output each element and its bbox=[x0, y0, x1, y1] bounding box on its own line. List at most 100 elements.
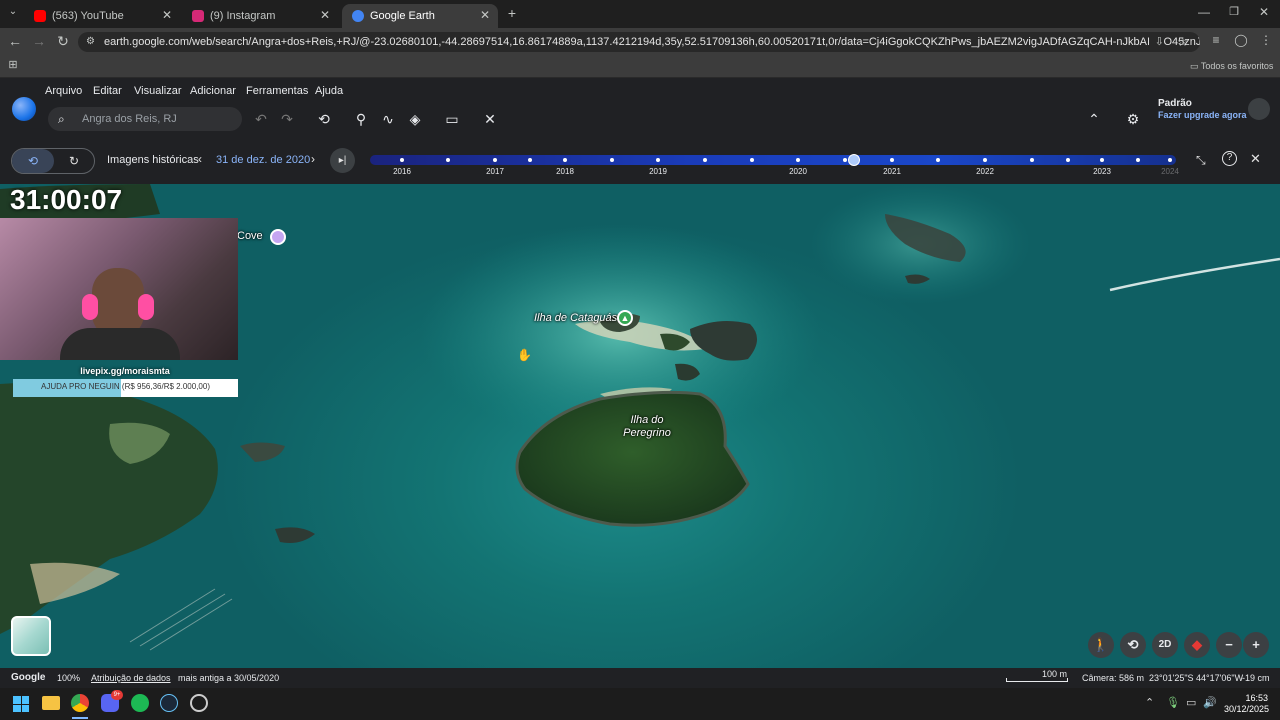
timeline-year-label: 2020 bbox=[789, 167, 807, 176]
volume-icon[interactable]: 🔊 bbox=[1203, 696, 1217, 709]
timeline-dot[interactable] bbox=[703, 158, 707, 162]
placemark-icon[interactable]: ⚲ bbox=[352, 110, 370, 128]
timeline-dot[interactable] bbox=[843, 158, 847, 162]
google-earth-logo[interactable] bbox=[12, 97, 36, 121]
app-icon[interactable] bbox=[190, 694, 208, 712]
menu-editar[interactable]: Editar bbox=[93, 85, 122, 97]
timeline-dot[interactable] bbox=[610, 158, 614, 162]
restore-icon[interactable]: ❐ bbox=[1225, 5, 1243, 18]
collapse-chevron-icon[interactable]: ⌃ bbox=[1085, 110, 1103, 128]
zoom-in-button[interactable]: + bbox=[1243, 632, 1269, 658]
profile-icon[interactable]: ◯ bbox=[1232, 33, 1250, 47]
tab-youtube[interactable]: (563) YouTube ✕ bbox=[24, 4, 180, 28]
redo-icon[interactable]: ↷ bbox=[278, 110, 296, 128]
timeline-dot[interactable] bbox=[750, 158, 754, 162]
timeline-dot[interactable] bbox=[1066, 158, 1070, 162]
next-date-icon[interactable]: › bbox=[311, 152, 315, 166]
tab-google-earth[interactable]: Google Earth ✕ bbox=[342, 4, 498, 28]
close-icon[interactable]: ✕ bbox=[162, 8, 172, 22]
address-bar[interactable]: ⚙ earth.google.com/web/search/Angra+dos+… bbox=[78, 32, 1200, 52]
path-icon[interactable]: ∿ bbox=[379, 110, 397, 128]
reload-icon[interactable]: ↻ bbox=[54, 33, 72, 50]
system-clock[interactable]: 16:53 30/12/2025 bbox=[1224, 693, 1269, 715]
compass-icon[interactable]: ◆ bbox=[1184, 632, 1210, 658]
upgrade-link[interactable]: Fazer upgrade agora bbox=[1158, 110, 1247, 120]
close-icon[interactable]: ✕ bbox=[480, 8, 490, 22]
folder-icon: ▭ bbox=[1190, 61, 1201, 71]
help-icon[interactable]: ? bbox=[1222, 151, 1237, 166]
timeline-dot[interactable] bbox=[493, 158, 497, 162]
apps-grid-icon[interactable]: ⊞ bbox=[4, 58, 22, 71]
timeline-slider[interactable] bbox=[370, 154, 1176, 166]
menu-ajuda[interactable]: Ajuda bbox=[315, 85, 343, 97]
timeline-dot[interactable] bbox=[796, 158, 800, 162]
network-icon[interactable]: ▭ bbox=[1186, 696, 1196, 709]
media-icon[interactable]: ≡ bbox=[1207, 33, 1225, 47]
back-icon[interactable]: ← bbox=[6, 33, 24, 49]
current-mode-icon[interactable]: ↻ bbox=[54, 149, 94, 173]
timeline-dot[interactable] bbox=[400, 158, 404, 162]
microphone-icon[interactable]: 🎙 bbox=[1166, 696, 1180, 709]
island-poi-icon[interactable]: ▲ bbox=[617, 310, 633, 326]
close-icon[interactable]: ✕ bbox=[320, 8, 330, 22]
timeline-dot[interactable] bbox=[656, 158, 660, 162]
history-icon[interactable]: ⟲ bbox=[315, 110, 333, 128]
close-history-icon[interactable]: ✕ bbox=[1250, 151, 1261, 167]
more-menu-icon[interactable]: ⋮ bbox=[1257, 33, 1275, 47]
new-tab-icon[interactable]: + bbox=[503, 5, 521, 21]
timeline-dot[interactable] bbox=[563, 158, 567, 162]
minimize-icon[interactable]: — bbox=[1195, 5, 1213, 19]
windows-start-icon[interactable] bbox=[13, 696, 29, 712]
timeline-selected-knob[interactable] bbox=[847, 154, 860, 166]
layers-icon[interactable]: ◈ bbox=[406, 110, 424, 128]
map-label-ilha-de-cataguas[interactable]: Ilha de Cataguás bbox=[534, 312, 617, 324]
timeline-dot[interactable] bbox=[528, 158, 532, 162]
pegman-icon[interactable]: 🚶 bbox=[1088, 632, 1114, 658]
timeline-dot[interactable] bbox=[1030, 158, 1034, 162]
timeline-dot[interactable] bbox=[1100, 158, 1104, 162]
zoom-out-button[interactable]: − bbox=[1216, 632, 1242, 658]
install-app-icon[interactable]: ⇩ bbox=[1148, 32, 1164, 52]
tab-label: (9) Instagram bbox=[210, 10, 276, 22]
steam-icon[interactable] bbox=[160, 694, 178, 712]
map-view[interactable]: Cove Ilha de Cataguás ▲ Ilha do Peregrin… bbox=[0, 184, 1280, 668]
spotify-icon[interactable] bbox=[131, 694, 149, 712]
tab-instagram[interactable]: (9) Instagram ✕ bbox=[182, 4, 338, 28]
search-input[interactable]: ⌕ Angra dos Reis, RJ bbox=[48, 107, 242, 131]
close-window-icon[interactable]: ✕ bbox=[1255, 5, 1273, 19]
timeline-dot[interactable] bbox=[890, 158, 894, 162]
latest-date-icon[interactable]: ▸| bbox=[330, 148, 355, 173]
data-attribution-link[interactable]: Atribuição de dados bbox=[91, 673, 171, 683]
timeline-dot[interactable] bbox=[446, 158, 450, 162]
rotate-lock-icon[interactable]: ⟲ bbox=[1120, 632, 1146, 658]
menu-visualizar[interactable]: Visualizar bbox=[134, 85, 182, 97]
menu-ferramentas[interactable]: Ferramentas bbox=[246, 85, 308, 97]
forward-icon[interactable]: → bbox=[30, 33, 48, 49]
undo-icon[interactable]: ↶ bbox=[252, 110, 270, 128]
map-style-thumbnail[interactable] bbox=[11, 616, 51, 656]
site-info-icon[interactable]: ⚙ bbox=[86, 32, 95, 52]
menu-adicionar[interactable]: Adicionar bbox=[190, 85, 236, 97]
tab-list-chevron-icon[interactable]: ⌄ bbox=[4, 6, 22, 17]
chrome-icon[interactable] bbox=[71, 694, 89, 712]
timeline-dot[interactable] bbox=[936, 158, 940, 162]
settings-gear-icon[interactable]: ⚙ bbox=[1124, 110, 1142, 128]
timeline-dot[interactable] bbox=[983, 158, 987, 162]
bookmark-star-icon[interactable]: ☆ bbox=[1177, 32, 1188, 52]
all-bookmarks-folder[interactable]: ▭ Todos os favoritos bbox=[1190, 61, 1273, 72]
map-label-ilha-do-peregrino[interactable]: Ilha do Peregrino bbox=[620, 414, 674, 440]
file-explorer-icon[interactable] bbox=[42, 696, 60, 710]
collapse-timeline-icon[interactable]: ⤡ bbox=[1196, 153, 1206, 168]
prev-date-icon[interactable]: ‹ bbox=[198, 152, 202, 166]
measure-icon[interactable]: ▭ bbox=[443, 110, 461, 128]
menu-arquivo[interactable]: Arquivo bbox=[45, 85, 82, 97]
toggle-2d-button[interactable]: 2D bbox=[1152, 632, 1178, 658]
tools-icon[interactable]: ✕ bbox=[481, 110, 499, 128]
timeline-dot[interactable] bbox=[1136, 158, 1140, 162]
tray-chevron-icon[interactable]: ⌃ bbox=[1145, 696, 1154, 709]
avatar[interactable] bbox=[1248, 98, 1270, 120]
history-mode-icon[interactable]: ⟲ bbox=[12, 149, 54, 173]
timeline-dot[interactable] bbox=[1168, 158, 1172, 162]
camera-poi-icon[interactable] bbox=[270, 229, 286, 245]
map-label-cove[interactable]: Cove bbox=[237, 230, 263, 242]
